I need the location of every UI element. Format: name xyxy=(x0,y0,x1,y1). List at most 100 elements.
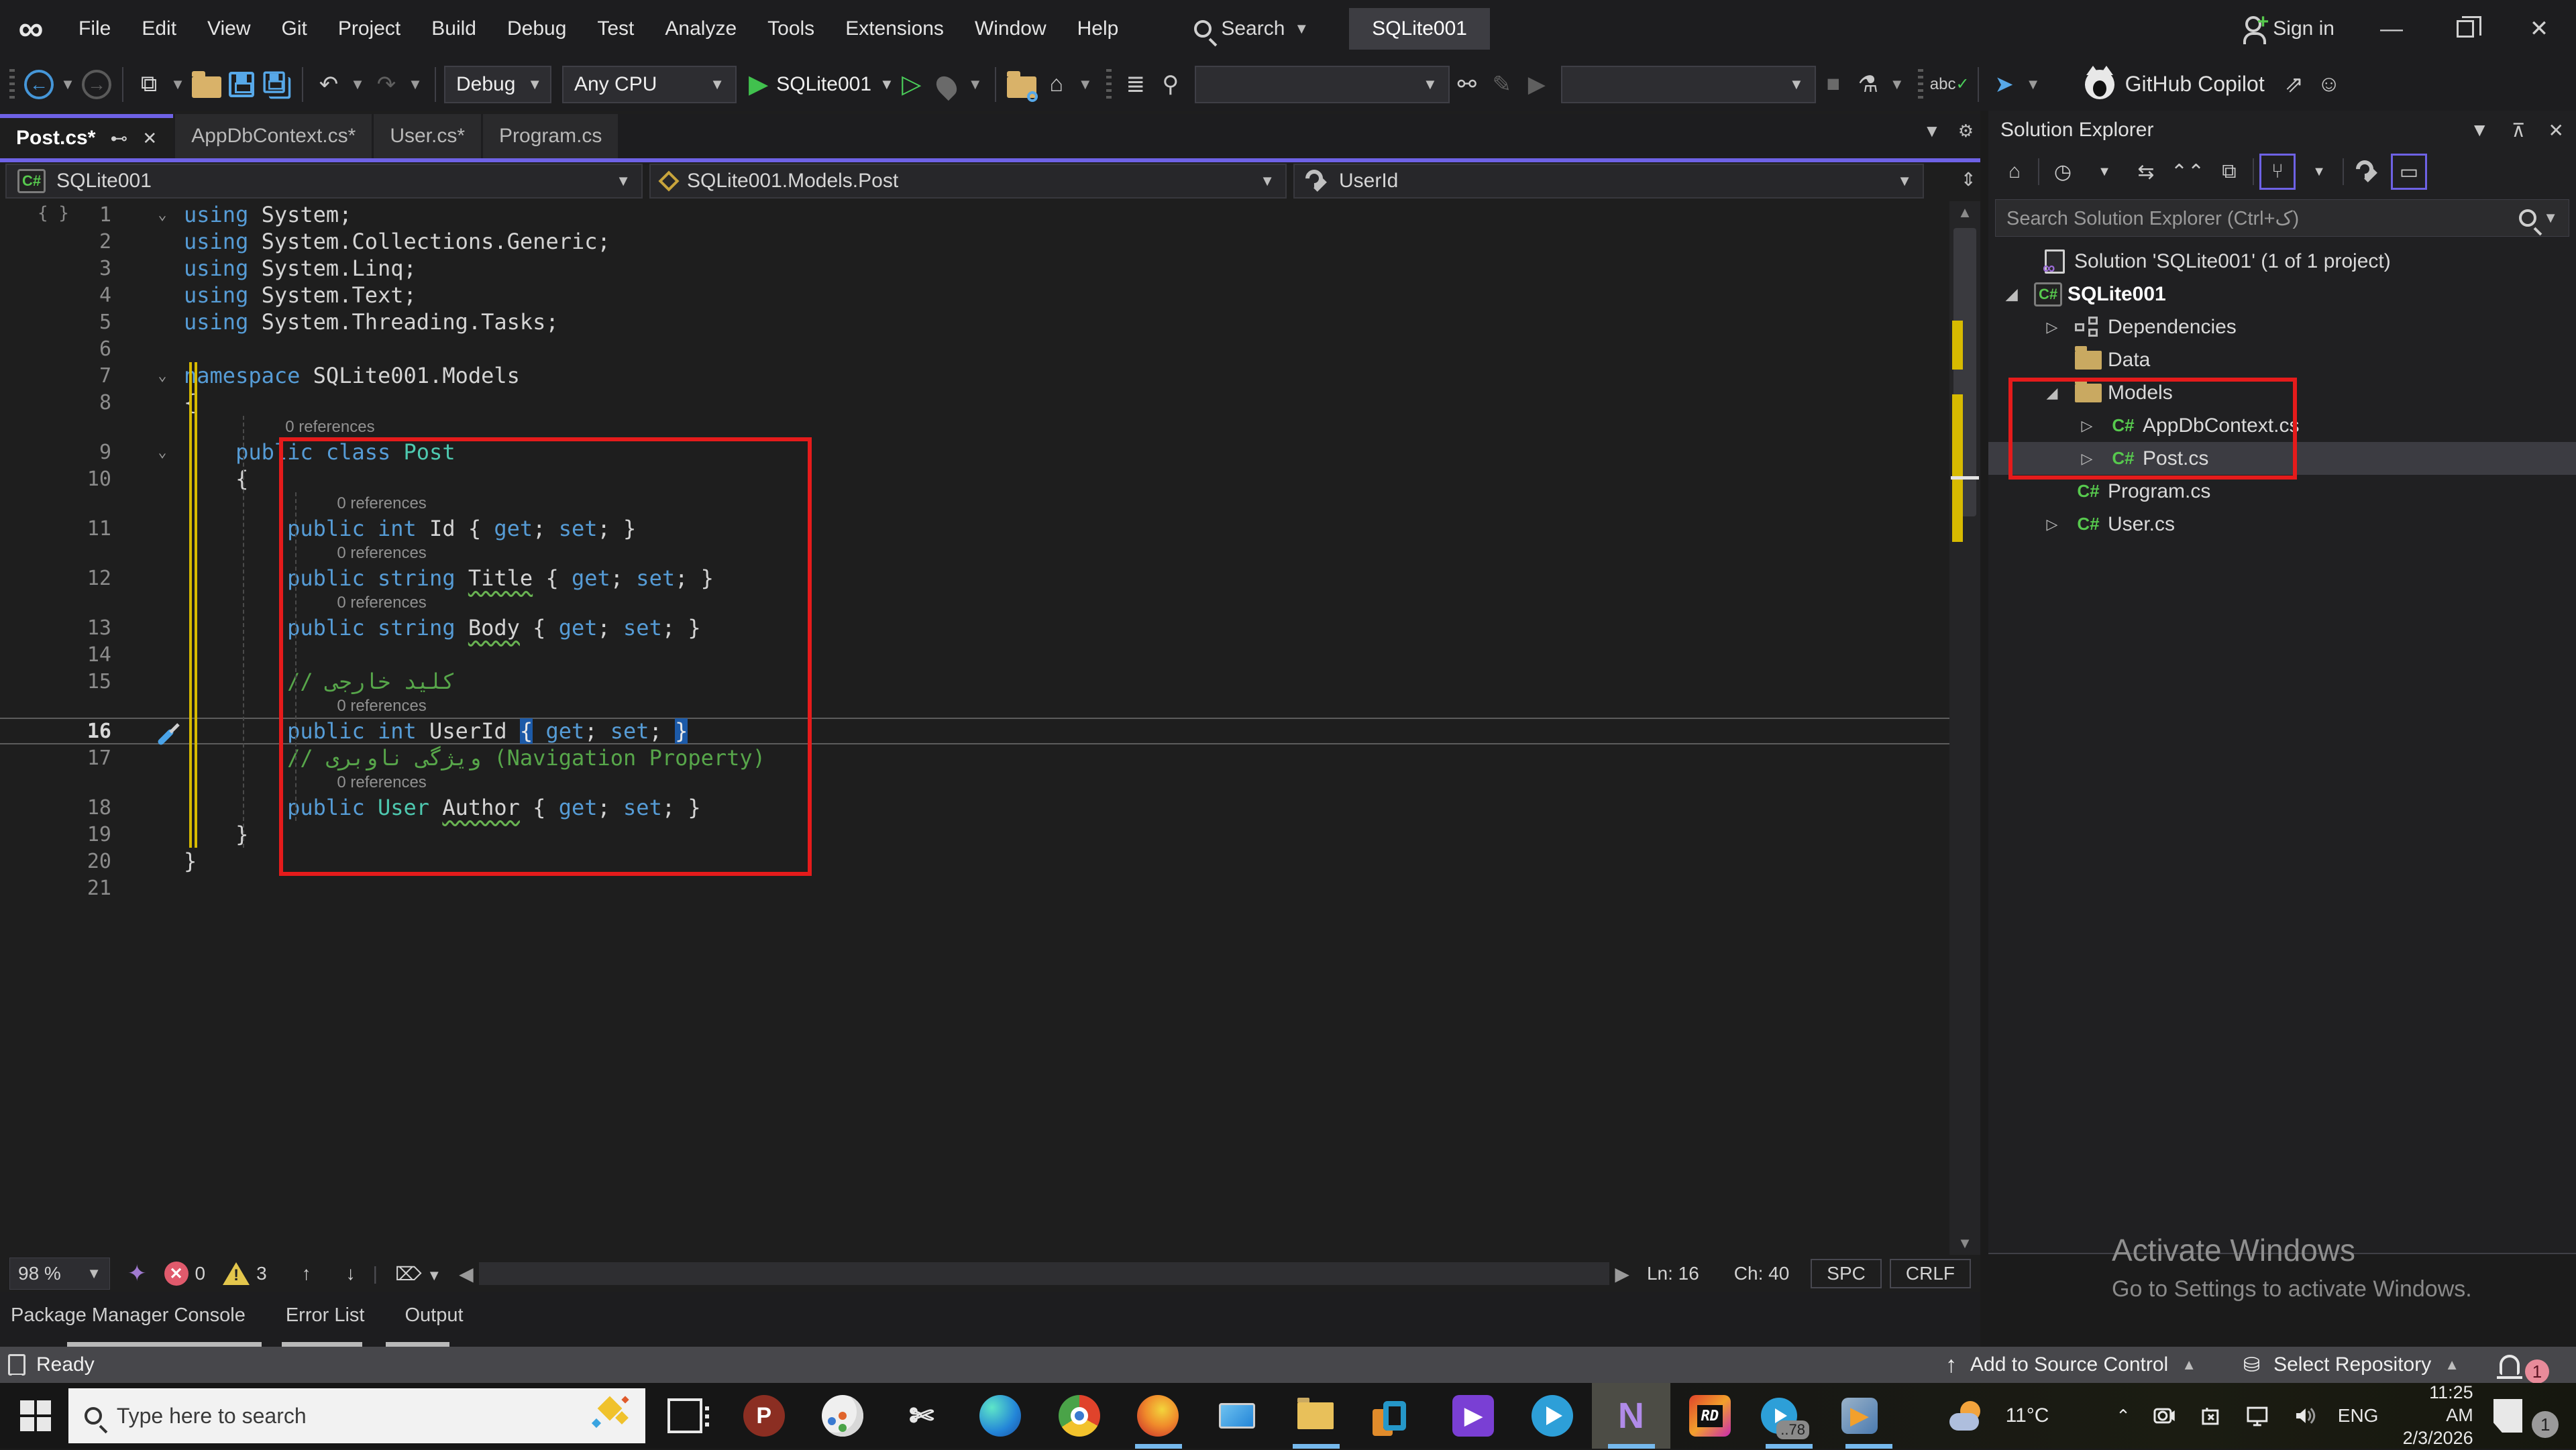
intellicode-icon[interactable]: ✦ xyxy=(127,1260,147,1287)
error-count[interactable]: 0 xyxy=(195,1263,206,1284)
menu-debug[interactable]: Debug xyxy=(492,0,582,58)
weather-icon[interactable] xyxy=(1949,1401,1986,1431)
panel-menu-dropdown[interactable]: ▼ xyxy=(2470,119,2489,142)
notifications-bell-icon[interactable] xyxy=(2497,1355,2522,1379)
app-snipping-tool[interactable]: ✄ xyxy=(882,1383,961,1449)
save-all-button[interactable] xyxy=(259,66,294,103)
test-dropdown[interactable]: ▼ xyxy=(1886,66,1909,103)
tab-options-gear-icon[interactable]: ⚙ xyxy=(1958,121,1974,142)
app-this-pc[interactable] xyxy=(1197,1383,1277,1449)
code-line-4[interactable]: 4 using System.Text; xyxy=(0,282,1949,309)
select-repository-button[interactable]: Select Repository xyxy=(2273,1353,2431,1376)
tab-program-cs[interactable]: Program.cs xyxy=(483,114,619,158)
undo-dropdown[interactable]: ▼ xyxy=(346,66,369,103)
tree-item-solution-sqlite001-1-of-1-project[interactable]: Solution 'SQLite001' (1 of 1 project) xyxy=(1988,245,2576,278)
scroll-up-icon[interactable]: ▲ xyxy=(1949,204,1980,221)
toolbar-grip[interactable] xyxy=(9,68,15,100)
app-firefox[interactable] xyxy=(1119,1383,1198,1449)
redo-dropdown[interactable]: ▼ xyxy=(404,66,427,103)
hot-reload-button[interactable] xyxy=(929,66,964,103)
tab-error-list[interactable]: Error List xyxy=(286,1304,365,1327)
test-explorer-button[interactable]: ⚗ xyxy=(1851,66,1886,103)
menu-git[interactable]: Git xyxy=(266,0,323,58)
code-line-2[interactable]: 2 using System.Collections.Generic; xyxy=(0,228,1949,255)
code-line-5[interactable]: 5 using System.Threading.Tasks; xyxy=(0,309,1949,335)
run-gray-button[interactable]: ▶ xyxy=(1519,66,1554,103)
app-paint[interactable] xyxy=(803,1383,882,1449)
menu-analyze[interactable]: Analyze xyxy=(649,0,752,58)
taskbar-search-box[interactable]: Type here to search xyxy=(68,1388,646,1443)
editor-vertical-scrollbar[interactable]: ▲ ▼ xyxy=(1949,201,1980,1255)
start-debugging-button[interactable]: ▶ SQLite001 ▼ xyxy=(749,66,894,103)
find-symbol-button[interactable]: ⚯ xyxy=(1450,66,1485,103)
show-all-files-icon[interactable]: ⑂ xyxy=(2259,154,2296,190)
pin-icon[interactable]: ⊼ xyxy=(2512,119,2526,142)
secondary-combobox[interactable]: ▼ xyxy=(1560,65,1816,103)
app-edge[interactable] xyxy=(961,1383,1040,1449)
app-telegram[interactable] xyxy=(1513,1383,1592,1449)
menu-extensions[interactable]: Extensions xyxy=(830,0,959,58)
undo-button[interactable]: ↶ xyxy=(311,66,346,103)
outlining-collapse-icon[interactable]: ⌄ xyxy=(141,368,184,384)
tree-item-data[interactable]: Data xyxy=(1988,343,2576,376)
selection-tool-button[interactable]: ➤ xyxy=(1987,66,2022,103)
feedback-flag-icon[interactable] xyxy=(8,1354,25,1382)
horizontal-scrollbar[interactable] xyxy=(478,1262,1610,1285)
battery-tray-icon[interactable] xyxy=(2198,1402,2224,1429)
new-project-button[interactable]: ⧉ xyxy=(131,66,166,103)
zoom-level-combobox[interactable]: 98 % ▼ xyxy=(9,1258,110,1290)
hot-reload-dropdown[interactable]: ▼ xyxy=(964,66,987,103)
tab-appdbcontext-cs[interactable]: AppDbContext.cs* xyxy=(175,114,372,158)
test-profile-combobox[interactable]: ▼ xyxy=(1194,65,1450,103)
tree-item-program-cs[interactable]: C# Program.cs xyxy=(1988,475,2576,508)
network-display-tray-icon[interactable] xyxy=(2244,1402,2271,1429)
filter-dropdown[interactable]: ▼ xyxy=(2086,154,2123,190)
app-active-purple-n[interactable]: N xyxy=(1591,1383,1671,1449)
close-icon[interactable]: ✕ xyxy=(142,128,157,149)
code-line-8[interactable]: 8{ xyxy=(0,389,1949,416)
app-media-player-purple[interactable]: ▶ xyxy=(1434,1383,1513,1449)
start-button[interactable] xyxy=(20,1400,51,1431)
solution-name-badge[interactable]: SQLite001 xyxy=(1349,8,1490,50)
tray-media-player-classic[interactable]: ▶ xyxy=(1829,1383,1893,1449)
stop-button[interactable]: ■ xyxy=(1816,66,1851,103)
volume-tray-icon[interactable] xyxy=(2291,1402,2318,1429)
send-feedback-button[interactable]: ☺ xyxy=(2312,66,2347,103)
codelens-references[interactable]: 0 references xyxy=(0,416,1949,439)
app-rider[interactable]: RD xyxy=(1670,1383,1750,1449)
selection-dropdown[interactable]: ▼ xyxy=(2022,66,2045,103)
code-line-7[interactable]: 7 ⌄ namespace SQLite001.Models xyxy=(0,362,1949,389)
task-view-button[interactable] xyxy=(645,1383,724,1449)
find-in-files-button[interactable] xyxy=(1004,66,1039,103)
outlining-collapse-icon[interactable]: ⌄ xyxy=(141,444,184,461)
expander-collapsed-icon[interactable]: ▷ xyxy=(2035,319,2069,336)
window-dropdown[interactable]: ▼ xyxy=(1074,66,1097,103)
code-line-3[interactable]: 3 using System.Linq; xyxy=(0,255,1949,282)
weather-temperature[interactable]: 11°C xyxy=(2006,1404,2049,1427)
expander-expanded-icon[interactable]: ◢ xyxy=(1995,286,2029,303)
spell-check-button[interactable]: abc ✓ xyxy=(1930,66,1970,103)
tab-output[interactable]: Output xyxy=(405,1304,463,1327)
navigate-forward-button[interactable]: → xyxy=(79,66,114,103)
expander-collapsed-icon[interactable]: ▷ xyxy=(2035,516,2069,533)
code-line-21[interactable]: 21 xyxy=(0,875,1949,901)
navigate-back-dropdown[interactable]: ▼ xyxy=(56,66,79,103)
task-list-button[interactable]: ≣ xyxy=(1118,66,1153,103)
solution-configuration-combobox[interactable]: Debug ▼ xyxy=(444,65,551,103)
scroll-left-icon[interactable]: ◀ xyxy=(459,1263,474,1285)
navigate-backward-button[interactable]: ← xyxy=(21,66,56,103)
code-line-1[interactable]: 1 ⌄ using System; xyxy=(0,201,1949,228)
add-to-source-control-button[interactable]: Add to Source Control xyxy=(1970,1353,2168,1376)
redo-button[interactable]: ↷ xyxy=(369,66,404,103)
tab-list-dropdown[interactable]: ▼ xyxy=(1923,121,1941,142)
tray-expand-chevron-icon[interactable]: ⌃ xyxy=(2116,1406,2131,1427)
menu-build[interactable]: Build xyxy=(416,0,492,58)
minimize-button[interactable]: — xyxy=(2355,0,2428,58)
menu-view[interactable]: View xyxy=(192,0,266,58)
project-dropdown[interactable]: C# SQLite001 ▼ xyxy=(5,164,643,199)
outlining-collapse-icon[interactable]: ⌄ xyxy=(141,207,184,223)
app-chrome[interactable] xyxy=(1040,1383,1119,1449)
input-language-indicator[interactable]: ENG xyxy=(2338,1405,2379,1427)
next-issue-button[interactable]: ↓ xyxy=(346,1263,356,1284)
menu-project[interactable]: Project xyxy=(323,0,416,58)
